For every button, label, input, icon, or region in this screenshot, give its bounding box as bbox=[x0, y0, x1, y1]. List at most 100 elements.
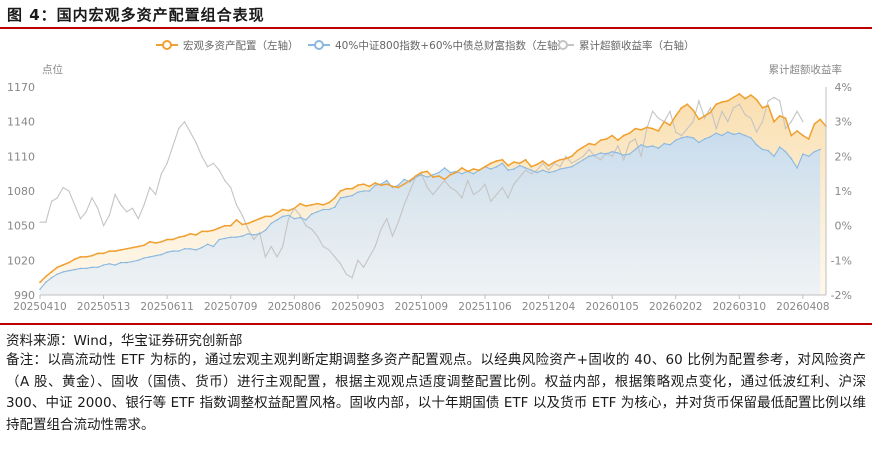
benchmark-point bbox=[784, 150, 787, 153]
chart-legend: 宏观多资产配置（左轴） 40%中证800指数+60%中债总财富指数（左轴） 累计超额… bbox=[156, 39, 695, 52]
portfolio-point bbox=[333, 197, 336, 199]
source-divider bbox=[0, 323, 872, 325]
portfolio-point bbox=[276, 212, 278, 214]
excess-return-point bbox=[397, 221, 399, 223]
excess-return-point bbox=[334, 256, 336, 258]
excess-return-point bbox=[201, 155, 203, 157]
excess-return-point bbox=[363, 266, 365, 268]
excess-return-point bbox=[507, 197, 509, 199]
portfolio-point bbox=[605, 138, 608, 140]
excess-return-point bbox=[472, 193, 475, 196]
benchmark-point bbox=[241, 235, 244, 237]
excess-return-point bbox=[756, 131, 758, 133]
portfolio-point bbox=[385, 183, 388, 186]
portfolio-point bbox=[761, 106, 764, 109]
legend-swatch-marker bbox=[314, 40, 324, 50]
benchmark-point bbox=[669, 144, 671, 146]
benchmark-point bbox=[120, 261, 122, 264]
portfolio-point bbox=[634, 127, 637, 130]
excess-return-point bbox=[524, 169, 527, 171]
benchmark-point bbox=[73, 268, 76, 271]
right-tick-label: 4% bbox=[835, 81, 852, 94]
excess-return-point bbox=[467, 180, 469, 182]
portfolio-point bbox=[732, 96, 735, 99]
excess-return-point bbox=[287, 218, 290, 220]
benchmark-point bbox=[622, 154, 625, 156]
x-tick-label: 20251009 bbox=[395, 301, 448, 313]
benchmark-point bbox=[755, 144, 758, 146]
portfolio-point bbox=[674, 115, 677, 117]
portfolio-point bbox=[790, 134, 793, 137]
right-tick-label: -2% bbox=[831, 289, 852, 302]
figure-title: 图 4：国内宏观多资产配置组合表现 bbox=[7, 6, 265, 24]
excess-return-point bbox=[183, 121, 186, 123]
benchmark-point bbox=[628, 153, 631, 155]
benchmark-point bbox=[727, 131, 729, 133]
excess-return-point bbox=[207, 166, 209, 168]
portfolio-point bbox=[380, 184, 382, 187]
excess-return-point bbox=[611, 155, 613, 157]
portfolio-point bbox=[784, 117, 787, 120]
excess-return-point bbox=[732, 107, 735, 109]
portfolio-point bbox=[738, 93, 741, 95]
portfolio-point bbox=[351, 187, 353, 190]
excess-return-point bbox=[461, 197, 463, 199]
excess-return-point bbox=[576, 159, 579, 161]
portfolio-point bbox=[403, 183, 405, 186]
excess-return-point bbox=[640, 155, 642, 157]
benchmark-point bbox=[195, 249, 197, 251]
portfolio-point bbox=[172, 238, 174, 241]
excess-return-point bbox=[218, 169, 220, 171]
benchmark-point bbox=[472, 172, 475, 175]
portfolio-point bbox=[541, 160, 544, 162]
portfolio-point bbox=[183, 235, 186, 238]
benchmark-point bbox=[646, 146, 648, 148]
benchmark-point bbox=[368, 190, 371, 192]
benchmark-point bbox=[310, 213, 313, 215]
excess-return-point bbox=[623, 159, 625, 161]
benchmark-point bbox=[322, 208, 325, 211]
x-tick-label: 20250513 bbox=[77, 301, 130, 313]
legend-swatch-marker bbox=[558, 40, 568, 50]
right-axis-label: 累计超额收益率 bbox=[769, 63, 843, 76]
benchmark-point bbox=[177, 250, 180, 252]
excess-return-point bbox=[496, 193, 498, 196]
portfolio-point bbox=[495, 160, 498, 162]
benchmark-point bbox=[686, 135, 689, 138]
portfolio-point bbox=[582, 146, 585, 148]
excess-return-point bbox=[594, 155, 596, 157]
portfolio-point bbox=[160, 240, 163, 243]
excess-return-point bbox=[339, 263, 342, 265]
portfolio-point bbox=[108, 250, 111, 253]
benchmark-point bbox=[426, 176, 429, 178]
plot-area bbox=[39, 92, 827, 296]
portfolio-point bbox=[177, 236, 180, 239]
portfolio-point bbox=[536, 163, 538, 166]
excess-return-point bbox=[721, 110, 723, 112]
excess-return-point bbox=[501, 186, 503, 189]
benchmark-point bbox=[212, 245, 215, 248]
portfolio-point bbox=[200, 230, 203, 233]
portfolio-point bbox=[166, 238, 169, 241]
portfolio-point bbox=[316, 202, 319, 205]
excess-return-point bbox=[403, 204, 405, 206]
benchmark-point bbox=[657, 147, 660, 149]
excess-return-point bbox=[51, 200, 53, 202]
benchmark-point bbox=[617, 152, 619, 154]
left-tick-label: 1110 bbox=[7, 150, 35, 163]
benchmark-point bbox=[172, 250, 174, 252]
excess-return-point bbox=[270, 245, 272, 248]
benchmark-point bbox=[91, 266, 93, 269]
source-text: 资料来源：Wind，华宝证券研究创新部 bbox=[6, 333, 243, 349]
benchmark-point bbox=[305, 219, 307, 221]
performance-chart: 宏观多资产配置（左轴） 40%中证800指数+60%中债总财富指数（左轴） 累计超额… bbox=[7, 39, 852, 313]
excess-return-point bbox=[45, 221, 47, 223]
benchmark-point bbox=[582, 159, 585, 161]
portfolio-point bbox=[657, 130, 660, 132]
excess-return-point bbox=[328, 249, 330, 251]
excess-return-point bbox=[311, 228, 313, 230]
benchmark-point bbox=[276, 219, 278, 221]
excess-return-point bbox=[646, 128, 648, 130]
excess-return-point bbox=[386, 218, 388, 220]
excess-return-point bbox=[420, 173, 422, 175]
